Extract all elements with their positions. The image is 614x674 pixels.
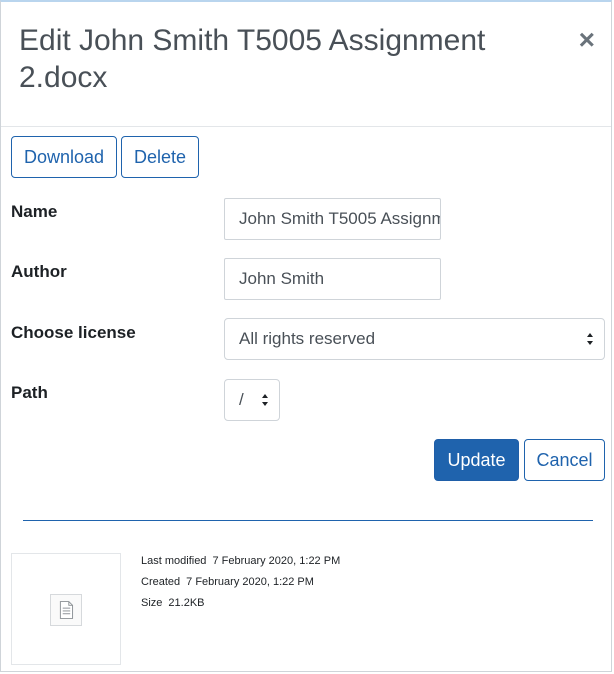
document-icon — [50, 594, 82, 626]
last-modified-info: Last modified 7 February 2020, 1:22 PM — [141, 555, 346, 567]
section-divider — [23, 520, 593, 521]
license-select[interactable]: All rights reserved — [224, 318, 605, 360]
path-select[interactable]: / — [224, 379, 280, 421]
size-label: Size — [141, 597, 163, 609]
close-icon[interactable]: × — [579, 26, 595, 54]
dialog-header: Edit John Smith T5005 Assignment 2.docx … — [1, 2, 611, 127]
license-label: Choose license — [11, 323, 136, 342]
select-arrows-icon — [587, 333, 593, 345]
size-info: Size 21.2KB — [141, 597, 211, 609]
download-button[interactable]: Download — [11, 136, 117, 178]
size-value: 21.2KB — [168, 597, 205, 609]
edit-file-dialog: Edit John Smith T5005 Assignment 2.docx … — [0, 0, 612, 672]
dialog-title: Edit John Smith T5005 Assignment 2.docx — [19, 24, 486, 94]
created-value: 7 February 2020, 1:22 PM — [186, 576, 314, 588]
name-label: Name — [11, 202, 58, 221]
cancel-button[interactable]: Cancel — [524, 439, 605, 481]
delete-button[interactable]: Delete — [121, 136, 199, 178]
license-select-value: All rights reserved — [239, 329, 376, 348]
last-modified-label: Last modified — [141, 555, 207, 567]
created-label: Created — [141, 576, 181, 588]
last-modified-value: 7 February 2020, 1:22 PM — [212, 555, 341, 567]
update-button[interactable]: Update — [434, 439, 519, 481]
file-thumbnail — [11, 553, 121, 665]
select-arrows-icon — [262, 394, 268, 406]
author-input[interactable]: John Smith — [224, 258, 441, 300]
name-input[interactable]: John Smith T5005 Assignment 2.docx — [224, 198, 441, 240]
created-info: Created 7 February 2020, 1:22 PM — [141, 576, 320, 588]
author-label: Author — [11, 262, 67, 281]
path-label: Path — [11, 383, 48, 402]
path-select-value: / — [239, 390, 244, 409]
